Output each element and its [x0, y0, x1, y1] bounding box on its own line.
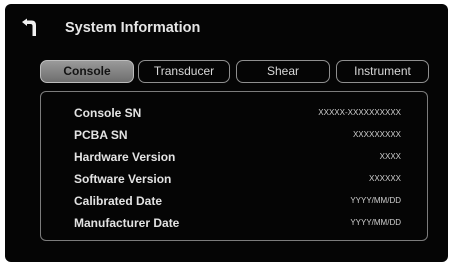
info-label: PCBA SN — [74, 128, 128, 142]
info-value: XXXXXX — [368, 174, 401, 183]
info-value: XXXXXXXXX — [352, 130, 401, 139]
back-arrow-icon — [22, 18, 36, 36]
info-label: Manufacturer Date — [74, 216, 180, 230]
info-row-hardware-version: Hardware Version XXXX — [41, 148, 427, 166]
info-value: YYYY/MM/DD — [350, 196, 401, 205]
device-screen: System Information Console Transducer Sh… — [5, 4, 448, 262]
back-button[interactable] — [18, 18, 38, 38]
info-label: Software Version — [74, 172, 172, 186]
info-row-manufacturer-date: Manufacturer Date YYYY/MM/DD — [41, 214, 427, 232]
info-value: XXXXX-XXXXXXXXXX — [318, 108, 401, 117]
info-row-console-sn: Console SN XXXXX-XXXXXXXXXX — [41, 104, 427, 122]
info-row-software-version: Software Version XXXXXX — [41, 170, 427, 188]
tab-bar: Console Transducer Shear Instrument — [40, 60, 429, 83]
info-row-calibrated-date: Calibrated Date YYYY/MM/DD — [41, 192, 427, 210]
info-label: Hardware Version — [74, 150, 176, 164]
info-label: Console SN — [74, 106, 142, 120]
tab-shear[interactable]: Shear — [236, 60, 330, 83]
tab-transducer[interactable]: Transducer — [138, 60, 230, 83]
info-label: Calibrated Date — [74, 194, 163, 208]
info-value: XXXX — [379, 152, 401, 161]
page-title: System Information — [65, 20, 201, 36]
info-panel: Console SN XXXXX-XXXXXXXXXX PCBA SN XXXX… — [40, 91, 428, 241]
tab-instrument[interactable]: Instrument — [336, 60, 429, 83]
info-value: YYYY/MM/DD — [350, 218, 401, 227]
tab-console[interactable]: Console — [40, 60, 134, 83]
info-row-pcba-sn: PCBA SN XXXXXXXXX — [41, 126, 427, 144]
